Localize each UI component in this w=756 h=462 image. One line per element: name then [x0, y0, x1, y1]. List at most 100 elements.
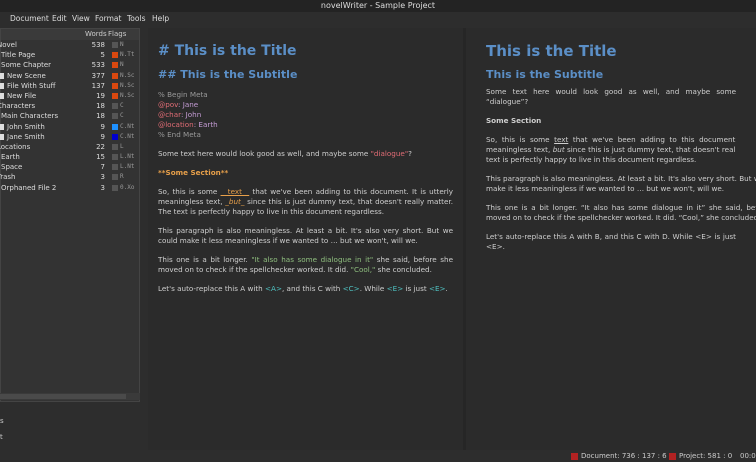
word-count: 19	[96, 91, 105, 100]
status-bar: Document: 736 : 137 : 6 Project: 581 : 0…	[0, 450, 756, 462]
word-count: 15	[96, 153, 105, 162]
pov-keyword: @pov	[158, 100, 179, 109]
tree-item-name: Characters	[0, 102, 36, 111]
menu-help[interactable]: Help	[152, 12, 169, 25]
flags: N.Tt	[120, 51, 135, 59]
status-icon	[112, 52, 118, 59]
meta-block: % Begin Meta @pov: Jane @char: John @loc…	[158, 90, 453, 140]
status-icon	[112, 103, 118, 110]
flags: C	[120, 112, 124, 120]
tree-item[interactable]: Novel 538 N	[0, 40, 139, 50]
word-count: 18	[96, 112, 105, 121]
viewer-paragraph: Let's auto-replace this A with B, and th…	[486, 232, 736, 251]
menu-view[interactable]: View	[72, 12, 90, 25]
document-stats: Document: 736 : 137 : 6	[581, 452, 667, 460]
editor-paragraph: Let's auto-replace this A with <A>, and …	[158, 284, 448, 293]
meta-end: % End Meta	[158, 130, 201, 139]
flags: C.Nt	[120, 122, 135, 130]
status-icon	[112, 72, 118, 79]
flags: N.Sc	[120, 81, 135, 89]
location-value: : Earth	[193, 120, 218, 129]
window-title: novelWriter - Sample Project	[0, 0, 756, 12]
menu-document[interactable]: Document	[10, 12, 49, 25]
status-icon	[112, 123, 118, 130]
viewer-title: This is the Title	[486, 42, 617, 60]
viewer-paragraph: So, this is some text that we've been ad…	[486, 135, 736, 164]
flags: L	[120, 142, 124, 150]
document-editor[interactable]: # This is the Title ## This is the Subti…	[148, 28, 463, 450]
tree-item-name: Earth	[1, 153, 20, 162]
pov-value: : Jane	[178, 100, 199, 109]
tree-item-name: Jane Smith	[0, 132, 45, 142]
flags: L.Nt	[120, 163, 135, 171]
project-status-icon	[669, 453, 676, 460]
words-column-header[interactable]: Words	[85, 29, 107, 40]
flags: C	[120, 102, 124, 110]
tree-item[interactable]: File With Stuff 137 N.Sc	[0, 81, 139, 91]
project-stats: Project: 581 : 0	[679, 452, 733, 460]
word-count: 18	[96, 102, 105, 111]
flags-column-header[interactable]: Flags	[108, 29, 126, 40]
status-icon	[112, 164, 118, 171]
flags: N	[120, 61, 124, 69]
editor-subtitle: ## This is the Subtitle	[158, 68, 298, 81]
menu-bar: t Document Edit View Format Tools Help	[0, 12, 756, 25]
side-item[interactable]: s	[0, 417, 4, 425]
file-icon	[0, 72, 4, 79]
flags: N	[120, 41, 124, 48]
tree-item[interactable]: Orphaned File 2 3 0.Xo	[1, 183, 139, 193]
status-icon	[112, 143, 118, 150]
word-count: 377	[91, 71, 105, 80]
tree-item[interactable]: Space 7 L.Nt	[1, 162, 139, 172]
side-item[interactable]: t	[0, 433, 3, 441]
editor-paragraph: Some text here would look good as well, …	[158, 149, 412, 158]
editor-paragraph: This one is a bit longer. "It also has s…	[158, 255, 453, 274]
word-count: 137	[91, 81, 105, 90]
viewer-paragraph: This paragraph is also meaningless. At l…	[486, 174, 756, 193]
tree-item-name: File With Stuff	[0, 81, 56, 91]
tree-item[interactable]: Some Chapter 533 N	[1, 60, 139, 70]
flags: 0.Xo	[120, 183, 135, 191]
menu-format[interactable]: Format	[95, 12, 121, 25]
document-viewer: This is the Title This is the Subtitle S…	[466, 28, 756, 450]
status-icon	[112, 113, 118, 120]
status-icon	[112, 184, 118, 191]
editor-title: # This is the Title	[158, 43, 297, 59]
word-count: 7	[100, 163, 105, 172]
word-count: 9	[100, 122, 105, 131]
menu-tools[interactable]: Tools	[127, 12, 145, 25]
flags: L.Nt	[120, 153, 135, 161]
tree-item[interactable]: Title Page 5 N.Tt	[1, 50, 139, 60]
tree-item-name: Space	[1, 163, 23, 172]
tree-item[interactable]: Main Characters 18 C	[1, 111, 139, 121]
tree-item[interactable]: New Scene 377 N.Sc	[0, 71, 139, 81]
tree-item[interactable]: Jane Smith 9 C.Nt	[0, 132, 139, 142]
flags: C.Nt	[120, 132, 135, 140]
file-icon	[0, 82, 4, 89]
tree-item[interactable]: John Smith 9 C.Nt	[0, 122, 139, 132]
editor-section: **Some Section**	[158, 168, 229, 177]
tree-horizontal-scrollbar[interactable]	[0, 393, 140, 400]
file-icon	[0, 123, 4, 130]
document-status-icon	[571, 453, 578, 460]
tree-item[interactable]: Locations 22 L	[0, 142, 139, 152]
tree-item[interactable]: Trash 3 R	[0, 172, 139, 182]
tree-item[interactable]: Characters 18 C	[0, 101, 139, 111]
menu-edit[interactable]: Edit	[52, 12, 67, 25]
session-time: 00:0	[740, 452, 756, 460]
tree-item-name: New Scene	[0, 71, 46, 81]
tree-item-name: Title Page	[1, 51, 36, 60]
project-tree[interactable]: Words Flags Novel538NTitle Page 5 N.TtSome…	[0, 28, 140, 402]
tree-item[interactable]: Earth 15 L.Nt	[1, 152, 139, 162]
tree-item[interactable]: New File 19 N.Sc	[0, 91, 139, 101]
tree-header: Words Flags	[1, 29, 139, 40]
status-icon	[112, 82, 118, 89]
viewer-paragraph: This one is a bit longer. “It also has s…	[486, 203, 756, 222]
status-icon	[112, 42, 118, 48]
status-icon	[112, 174, 118, 181]
tree-item-name: Locations	[0, 142, 31, 151]
viewer-subtitle: This is the Subtitle	[486, 68, 604, 81]
tree-item-name: New File	[0, 91, 36, 101]
word-count: 5	[100, 51, 105, 60]
tree-item-name: Novel	[0, 41, 17, 49]
